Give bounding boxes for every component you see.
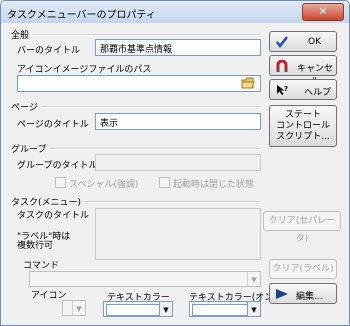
state-control-label-2: コントロール xyxy=(275,121,330,131)
collapsed-checkbox[interactable] xyxy=(159,177,170,188)
group-title-label: グループのタイトル xyxy=(17,161,98,171)
multiline-note-2: 複数行可 xyxy=(17,241,54,251)
ok-button[interactable]: OK xyxy=(269,31,337,52)
play-arrow-icon xyxy=(276,289,288,299)
clear-separator-button[interactable]: クリア(セパレータ) xyxy=(263,211,341,244)
chevron-down-icon: ▼ xyxy=(247,302,260,316)
icon-path-input[interactable] xyxy=(17,75,261,92)
task-title-textarea[interactable] xyxy=(95,208,261,260)
command-label: コマンド xyxy=(23,261,60,271)
text-color-combobox[interactable]: ▼ xyxy=(103,301,173,317)
help-label: ヘルプ xyxy=(304,88,332,98)
icon-path-label: アイコンイメージファイルのパス xyxy=(17,65,152,75)
general-divider xyxy=(11,34,261,36)
text-color-swatch xyxy=(106,304,160,316)
bar-title-label: バーのタイトル xyxy=(17,46,81,56)
ok-label: OK xyxy=(308,37,321,47)
edit-label: 編集... xyxy=(296,292,323,302)
edit-button[interactable]: 編集... xyxy=(269,283,337,304)
clear-label-button[interactable]: クリア(ラベル) xyxy=(269,259,337,279)
page-title-label: ページのタイトル xyxy=(17,120,89,130)
svg-text:?: ? xyxy=(284,85,288,93)
chevron-down-icon: ▼ xyxy=(72,301,85,315)
magnet-icon xyxy=(276,60,288,72)
state-control-label-3: スクリプト... xyxy=(276,132,330,142)
page-title-input[interactable]: 表示 xyxy=(95,113,261,130)
check-icon xyxy=(276,36,288,48)
state-control-label-1: ステート xyxy=(284,110,321,120)
browse-folder-button[interactable] xyxy=(241,77,255,89)
collapsed-label: 起動時は閉じた状態 xyxy=(173,180,255,190)
title-bar: タスクメニューバーのプロパティ ✕ xyxy=(1,1,349,23)
general-group-label: 全般 xyxy=(11,28,33,41)
properties-window: タスクメニューバーのプロパティ ✕ 全般 バーのタイトル 那覇市基準点情報 アイ… xyxy=(0,0,350,326)
window-title: タスクメニューバーのプロパティ xyxy=(7,10,156,21)
help-arrow-icon: ? xyxy=(277,85,288,95)
close-button[interactable]: ✕ xyxy=(302,3,344,21)
text-color-on-swatch xyxy=(192,304,248,316)
special-checkbox[interactable] xyxy=(55,177,66,188)
command-combobox[interactable]: ▼ xyxy=(29,271,261,287)
icon-combobox[interactable]: ▼ xyxy=(62,300,86,316)
dialog-body: 全般 バーのタイトル 那覇市基準点情報 アイコンイメージファイルのパス OK キ… xyxy=(7,25,343,321)
page-divider xyxy=(11,106,261,108)
bar-title-input[interactable]: 那覇市基準点情報 xyxy=(95,39,261,56)
text-color-on-combobox[interactable]: ▼ xyxy=(189,301,261,317)
task-group-label: タスク(メニュー) xyxy=(11,195,85,208)
page-group-label: ページ xyxy=(11,100,41,113)
cancel-button[interactable]: キャンセル xyxy=(269,55,337,87)
state-control-script-button[interactable]: ステート コントロール スクリプト... xyxy=(269,105,337,147)
help-button[interactable]: ? ヘルプ xyxy=(269,79,337,100)
folder-icon xyxy=(241,77,255,89)
chevron-down-icon: ▼ xyxy=(247,272,260,286)
group-group-label: グループ xyxy=(11,142,50,155)
special-label: スペシャル(強調) xyxy=(69,180,139,190)
chevron-down-icon: ▼ xyxy=(159,302,172,316)
group-title-input[interactable] xyxy=(95,154,261,171)
task-title-label: タスクのタイトル xyxy=(17,211,90,221)
